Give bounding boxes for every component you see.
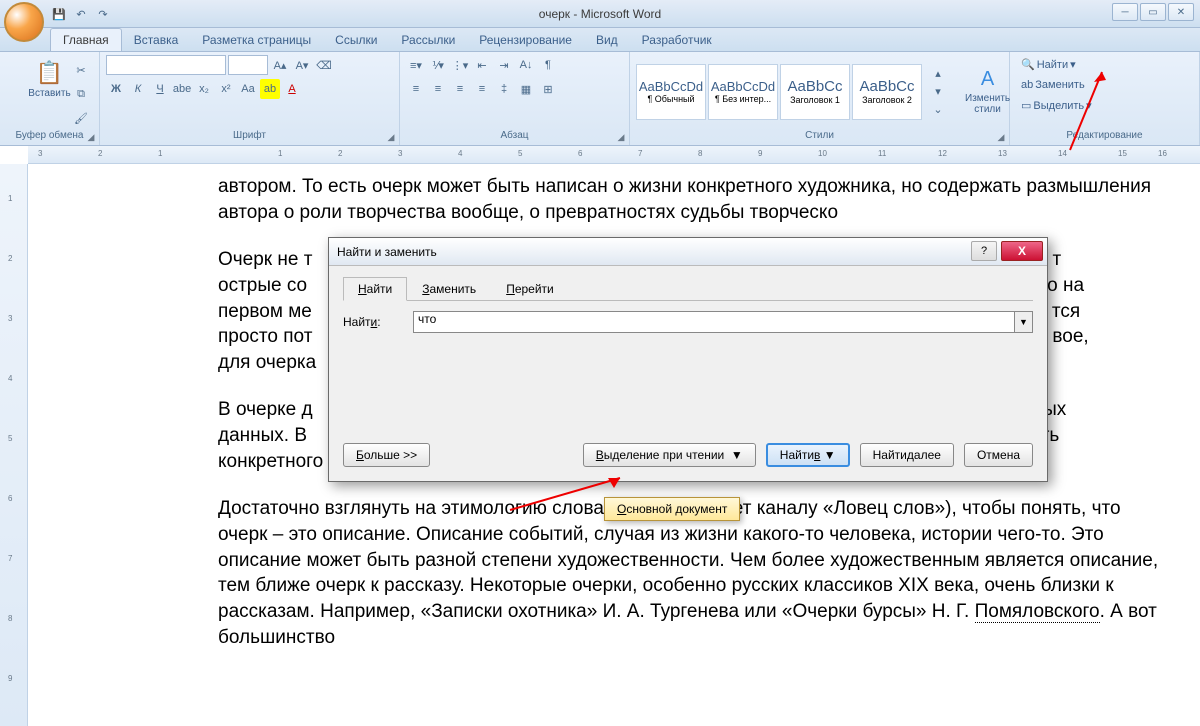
show-marks-icon[interactable]: ¶	[538, 55, 558, 75]
styles-launcher[interactable]: ◢	[995, 131, 1007, 143]
style-gallery-down[interactable]: ▾	[928, 83, 948, 101]
find-in-button[interactable]: Найти в ▼	[766, 443, 850, 467]
dialog-close-button[interactable]: X	[1001, 241, 1043, 261]
group-paragraph-label: Абзац	[406, 128, 623, 143]
grow-font-icon[interactable]: A▴	[270, 55, 290, 75]
more-button[interactable]: Больше >>	[343, 443, 430, 467]
find-icon: 🔍	[1021, 58, 1035, 71]
italic-button[interactable]: К	[128, 79, 148, 99]
decrease-indent-icon[interactable]: ⇤	[472, 55, 492, 75]
style-heading2[interactable]: AaBbCcЗаголовок 2	[852, 64, 922, 120]
line-spacing-icon[interactable]: ‡	[494, 79, 514, 99]
paragraph-launcher[interactable]: ◢	[615, 131, 627, 143]
superscript-icon[interactable]: x²	[216, 79, 236, 99]
cancel-button[interactable]: Отмена	[964, 443, 1033, 467]
dialog-titlebar[interactable]: Найти и заменить ? X	[329, 238, 1047, 266]
find-replace-dialog: Найти и заменить ? X Найти Заменить Пере…	[328, 237, 1048, 482]
tab-mailings[interactable]: Рассылки	[389, 29, 467, 51]
multilevel-icon[interactable]: ⋮▾	[450, 55, 470, 75]
align-justify-icon[interactable]: ≡	[472, 79, 492, 99]
ribbon: 📋 Вставить ✂ ⧉ 🖌 Буфер обмена ◢ A▴ A▾ ⌫ …	[0, 52, 1200, 146]
change-styles-icon: A	[981, 68, 994, 91]
tab-review[interactable]: Рецензирование	[467, 29, 584, 51]
ruler-vertical[interactable]: 1 2 3 4 5 6 7 8 9	[0, 164, 28, 726]
align-left-icon[interactable]: ≡	[406, 79, 426, 99]
shading-icon[interactable]: ▦	[516, 79, 536, 99]
paste-label: Вставить	[28, 88, 70, 99]
qat-undo-icon[interactable]: ↶	[72, 5, 90, 23]
change-case-icon[interactable]: Aa	[238, 79, 258, 99]
subscript-icon[interactable]: x₂	[194, 79, 214, 99]
tab-home[interactable]: Главная	[50, 28, 122, 51]
office-button[interactable]	[4, 2, 44, 42]
tab-developer[interactable]: Разработчик	[630, 29, 724, 51]
tab-insert[interactable]: Вставка	[122, 29, 191, 51]
change-styles-button[interactable]: A Изменить стили	[958, 63, 1017, 120]
spell-error: Помяловского	[975, 601, 1100, 623]
clipboard-launcher[interactable]: ◢	[85, 131, 97, 143]
clear-format-icon[interactable]: ⌫	[314, 55, 334, 75]
bold-button[interactable]: Ж	[106, 79, 126, 99]
clipboard-icon: 📋	[36, 60, 63, 86]
title-bar: очерк - Microsoft Word ─ ▭ ✕ 💾 ↶ ↷	[0, 0, 1200, 28]
restore-button[interactable]: ▭	[1140, 3, 1166, 21]
dialog-tab-goto[interactable]: Перейти	[491, 277, 569, 301]
reading-highlight-button[interactable]: Выделение при чтении ▼	[583, 443, 756, 467]
align-center-icon[interactable]: ≡	[428, 79, 448, 99]
increase-indent-icon[interactable]: ⇥	[494, 55, 514, 75]
replace-icon: ab	[1021, 79, 1033, 91]
ribbon-tabs: Главная Вставка Разметка страницы Ссылки…	[0, 28, 1200, 52]
font-name-combo[interactable]	[106, 55, 226, 75]
ruler-horizontal[interactable]: 3 2 1 1 2 3 4 5 6 7 8 9 10 11 12 13 14 1…	[28, 146, 1200, 164]
dialog-tab-find[interactable]: Найти	[343, 277, 407, 301]
qat-save-icon[interactable]: 💾	[50, 5, 68, 23]
dialog-title: Найти и заменить	[337, 245, 437, 259]
format-painter-icon[interactable]: 🖌	[71, 108, 91, 128]
paste-button[interactable]: 📋 Вставить	[21, 55, 77, 104]
align-right-icon[interactable]: ≡	[450, 79, 470, 99]
underline-button[interactable]: Ч	[150, 79, 170, 99]
font-launcher[interactable]: ◢	[385, 131, 397, 143]
borders-icon[interactable]: ⊞	[538, 79, 558, 99]
highlight-icon[interactable]: ab	[260, 79, 280, 99]
qat-redo-icon[interactable]: ↷	[94, 5, 112, 23]
find-label: Найти:	[343, 315, 403, 329]
numbering-icon[interactable]: ⅟▾	[428, 55, 448, 75]
font-size-combo[interactable]	[228, 55, 268, 75]
replace-button[interactable]: abЗаменить	[1016, 76, 1090, 94]
find-button[interactable]: 🔍Найти ▾	[1016, 55, 1081, 74]
bullets-icon[interactable]: ≡▾	[406, 55, 426, 75]
find-in-menu: Основной документ	[604, 497, 740, 521]
tab-layout[interactable]: Разметка страницы	[190, 29, 323, 51]
style-no-spacing[interactable]: AaBbCcDd¶ Без интер...	[708, 64, 778, 120]
find-in-main-document[interactable]: Основной документ	[617, 502, 727, 516]
find-next-button[interactable]: Найти далее	[860, 443, 954, 467]
change-styles-label: Изменить стили	[965, 93, 1010, 115]
dialog-help-button[interactable]: ?	[971, 241, 997, 261]
style-heading1[interactable]: AaBbCcЗаголовок 1	[780, 64, 850, 120]
tab-references[interactable]: Ссылки	[323, 29, 389, 51]
find-history-dropdown[interactable]: ▼	[1014, 312, 1032, 332]
shrink-font-icon[interactable]: A▾	[292, 55, 312, 75]
select-icon: ▭	[1021, 99, 1031, 112]
close-button[interactable]: ✕	[1168, 3, 1194, 21]
minimize-button[interactable]: ─	[1112, 3, 1138, 21]
group-styles-label: Стили	[636, 128, 1003, 143]
strike-icon[interactable]: abe	[172, 79, 192, 99]
style-gallery-up[interactable]: ▴	[928, 65, 948, 83]
group-editing-label: Редактирование	[1016, 128, 1193, 143]
find-input[interactable]: что ▼	[413, 311, 1033, 333]
font-color-icon[interactable]: A	[282, 79, 302, 99]
group-font-label: Шрифт	[106, 128, 393, 143]
copy-icon[interactable]: ⧉	[71, 84, 91, 104]
cut-icon[interactable]: ✂	[71, 60, 91, 80]
group-clipboard-label: Буфер обмена	[6, 128, 93, 143]
tab-view[interactable]: Вид	[584, 29, 630, 51]
sort-icon[interactable]: A↓	[516, 55, 536, 75]
window-title: очерк - Microsoft Word	[539, 7, 661, 21]
style-gallery-more[interactable]: ⌄	[928, 101, 948, 119]
style-normal[interactable]: AaBbCcDd¶ Обычный	[636, 64, 706, 120]
select-button[interactable]: ▭Выделить ▾	[1016, 96, 1097, 115]
dialog-tab-replace[interactable]: Заменить	[407, 277, 491, 301]
